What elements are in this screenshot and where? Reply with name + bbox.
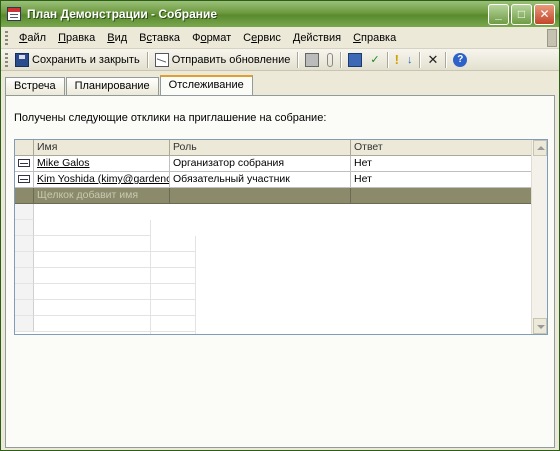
print-button[interactable] — [301, 50, 323, 70]
outlook-meeting-window: План Демонстрации - Собрание _ □ ✕ Файл … — [0, 0, 560, 451]
paperclip-icon — [327, 52, 334, 67]
help-icon: ? — [453, 52, 468, 67]
tracking-panel: Получены следующие отклики на приглашени… — [5, 95, 555, 448]
menu-view[interactable]: Вид — [101, 32, 133, 44]
importance-high-button[interactable]: ! — [391, 50, 403, 70]
check-names-button[interactable]: ✓ — [366, 50, 383, 70]
scroll-up-icon[interactable] — [533, 140, 547, 156]
table-row[interactable]: Kim Yoshida (kimy@gardenco.msn.com) Обяз… — [15, 172, 547, 188]
attendee-response: Нет — [351, 172, 532, 188]
window-title: План Демонстрации - Собрание — [27, 7, 218, 21]
column-header-name[interactable]: Имя — [34, 140, 170, 156]
header-icon-column — [15, 140, 34, 156]
toolbar-separator — [297, 51, 299, 68]
empty-row — [15, 284, 533, 334]
toolbar-grip[interactable] — [5, 30, 8, 45]
grid-header: Имя Роль Ответ — [15, 140, 547, 156]
attendee-response: Нет — [351, 156, 532, 172]
tab-appointment[interactable]: Встреча — [5, 77, 65, 95]
envelope-icon — [154, 52, 169, 67]
minimize-button[interactable]: _ — [488, 3, 509, 25]
menu-edit[interactable]: Правка — [52, 32, 101, 44]
column-header-response[interactable]: Ответ — [351, 140, 532, 156]
delete-icon: ✕ — [427, 51, 439, 67]
menu-insert[interactable]: Вставка — [133, 32, 186, 44]
grid-scrollbar[interactable] — [531, 140, 547, 334]
new-row-response — [351, 188, 532, 204]
standard-toolbar: Сохранить и закрыть Отправить обновление… — [1, 49, 559, 71]
printer-icon — [305, 52, 320, 67]
delete-button[interactable]: ✕ — [423, 50, 442, 70]
importance-low-button[interactable]: ↓ — [403, 50, 417, 70]
title-bar[interactable]: План Демонстрации - Собрание _ □ ✕ — [1, 1, 559, 27]
attendee-icon — [18, 159, 30, 167]
importance-high-icon: ! — [394, 52, 399, 67]
tab-scheduling[interactable]: Планирование — [65, 77, 159, 95]
tracking-info-text: Получены следующие отклики на приглашени… — [14, 112, 327, 124]
send-update-button[interactable]: Отправить обновление — [151, 50, 295, 70]
calendar-icon — [7, 7, 21, 21]
toolbar-options-button[interactable] — [547, 29, 557, 47]
floppy-icon — [15, 52, 29, 67]
menu-file[interactable]: Файл — [13, 32, 52, 44]
tab-tracking[interactable]: Отслеживание — [159, 75, 253, 96]
new-row-role[interactable] — [170, 188, 351, 204]
importance-low-icon: ↓ — [406, 53, 413, 66]
empty-row — [15, 252, 533, 316]
menu-format[interactable]: Формат — [186, 32, 237, 44]
empty-row — [15, 236, 533, 300]
new-attendee-row[interactable]: Щелкок добавит имя — [15, 188, 547, 204]
attendee-role[interactable]: Организатор собрания — [170, 156, 351, 172]
new-row-marker — [15, 188, 34, 204]
empty-row — [15, 220, 533, 284]
empty-row — [15, 204, 533, 268]
attach-button[interactable] — [323, 50, 337, 70]
toolbar-separator — [419, 51, 421, 68]
close-button[interactable]: ✕ — [534, 3, 555, 25]
menu-tools[interactable]: Сервис — [237, 32, 287, 44]
scroll-down-icon[interactable] — [533, 318, 547, 334]
empty-row — [15, 268, 533, 332]
send-update-label: Отправить обновление — [171, 53, 291, 66]
menu-help[interactable]: Справка — [347, 32, 402, 44]
menu-bar: Файл Правка Вид Вставка Формат Сервис Де… — [1, 27, 559, 49]
tab-strip: Встреча Планирование Отслеживание — [5, 75, 254, 96]
table-row[interactable]: Mike Galos Организатор собрания Нет — [15, 156, 547, 172]
toolbar-separator — [386, 51, 388, 68]
address-book-button[interactable] — [344, 50, 366, 70]
address-book-icon — [348, 52, 363, 67]
menu-actions[interactable]: Действия — [287, 32, 347, 44]
toolbar-grip[interactable] — [5, 52, 8, 67]
column-header-role[interactable]: Роль — [170, 140, 351, 156]
attendee-type-cell — [15, 156, 34, 172]
attendee-type-cell — [15, 172, 34, 188]
toolbar-separator — [146, 51, 148, 68]
save-and-close-label: Сохранить и закрыть — [32, 53, 140, 66]
attendee-icon — [18, 175, 30, 183]
empty-row — [15, 300, 533, 334]
help-button[interactable]: ? — [449, 50, 471, 70]
empty-row — [15, 316, 533, 334]
toolbar-separator — [445, 51, 447, 68]
toolbar-separator — [340, 51, 342, 68]
attendee-name[interactable]: Mike Galos — [34, 156, 170, 172]
attendee-grid: Имя Роль Ответ Mike Galos Организатор со… — [14, 139, 548, 335]
maximize-button[interactable]: □ — [511, 3, 532, 25]
add-name-input[interactable]: Щелкок добавит имя — [34, 188, 170, 204]
check-names-icon: ✓ — [370, 54, 380, 66]
attendee-name[interactable]: Kim Yoshida (kimy@gardenco.msn.com) — [34, 172, 170, 188]
save-and-close-button[interactable]: Сохранить и закрыть — [11, 50, 144, 70]
attendee-role[interactable]: Обязательный участник — [170, 172, 351, 188]
